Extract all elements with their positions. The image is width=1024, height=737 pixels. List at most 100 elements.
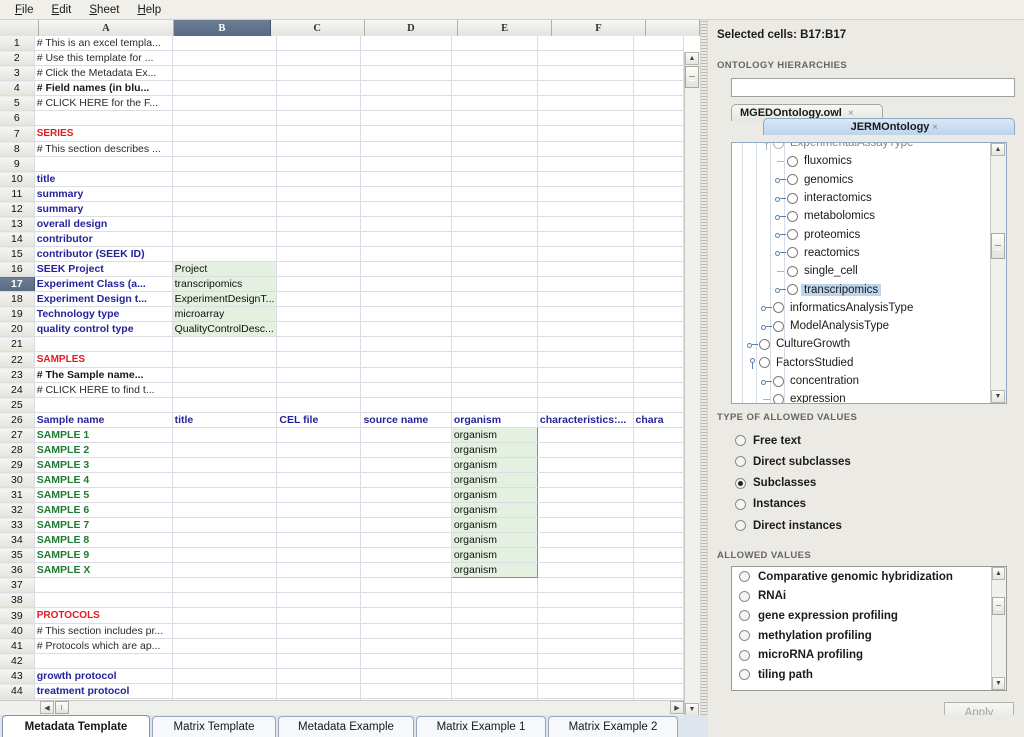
tree-vertical-scrollbar[interactable]: ▲ ▼	[990, 143, 1006, 403]
row-header-3[interactable]: 3	[0, 66, 34, 81]
column-header-b[interactable]: B	[174, 20, 271, 36]
row-header-16[interactable]: 16	[0, 262, 34, 277]
cell-C37[interactable]	[277, 578, 361, 593]
cell-G11[interactable]	[633, 187, 683, 202]
cell-F24[interactable]	[537, 383, 633, 398]
row-header-26[interactable]: 26	[0, 413, 34, 428]
cell-A41[interactable]: # Protocols which are ap...	[34, 639, 172, 654]
cell-G17[interactable]	[633, 277, 683, 292]
cell-C27[interactable]	[277, 428, 361, 443]
menu-help[interactable]: Help	[128, 2, 170, 18]
cell-G35[interactable]	[633, 548, 683, 563]
cell-F42[interactable]	[537, 654, 633, 669]
table-row[interactable]: 41# Protocols which are ap...	[0, 639, 684, 654]
cell-A10[interactable]: title	[34, 172, 172, 187]
sheet-tab-matrix-example-1[interactable]: Matrix Example 1	[416, 716, 546, 737]
cell-D19[interactable]	[361, 307, 451, 322]
cell-C12[interactable]	[277, 202, 361, 217]
cell-G44[interactable]	[633, 684, 683, 699]
cell-B26[interactable]: title	[172, 413, 277, 428]
cell-A27[interactable]: SAMPLE 1	[34, 428, 172, 443]
expand-toggle-icon[interactable]	[774, 283, 787, 296]
tree-scroll-up-arrow[interactable]: ▲	[991, 143, 1005, 156]
cell-F5[interactable]	[537, 96, 633, 111]
cell-E26[interactable]: organism	[451, 413, 537, 428]
cell-C24[interactable]	[277, 383, 361, 398]
cell-F29[interactable]	[537, 458, 633, 473]
cell-A7[interactable]: SERIES	[34, 126, 172, 142]
allowed-value-item[interactable]: RNAi	[732, 587, 991, 607]
menu-sheet[interactable]: Sheet	[80, 2, 128, 18]
cell-A11[interactable]: summary	[34, 187, 172, 202]
collapse-toggle-icon[interactable]	[760, 143, 773, 150]
sheet-tab-metadata-template[interactable]: Metadata Template	[2, 715, 150, 737]
cell-C9[interactable]	[277, 157, 361, 172]
cell-E30[interactable]: organism	[451, 473, 537, 488]
table-row[interactable]: 3# Click the Metadata Ex...	[0, 66, 684, 81]
cell-E3[interactable]	[451, 66, 537, 81]
cell-B31[interactable]	[172, 488, 277, 503]
cell-F23[interactable]	[537, 368, 633, 383]
row-header-12[interactable]: 12	[0, 202, 34, 217]
cell-A26[interactable]: Sample name	[34, 413, 172, 428]
cell-G41[interactable]	[633, 639, 683, 654]
cell-B29[interactable]	[172, 458, 277, 473]
tree-node-transcripomics[interactable]: transcripomics	[732, 280, 991, 298]
cell-F44[interactable]	[537, 684, 633, 699]
pane-splitter[interactable]	[700, 20, 708, 715]
cell-A40[interactable]: # This section includes pr...	[34, 624, 172, 639]
cell-D37[interactable]	[361, 578, 451, 593]
cell-D6[interactable]	[361, 111, 451, 126]
table-row[interactable]: 13overall design	[0, 217, 684, 232]
table-row[interactable]: 7SERIES	[0, 126, 684, 142]
cell-F34[interactable]	[537, 533, 633, 548]
cell-E16[interactable]	[451, 262, 537, 277]
cell-G38[interactable]	[633, 593, 683, 608]
cell-E5[interactable]	[451, 96, 537, 111]
table-row[interactable]: 11summary	[0, 187, 684, 202]
table-row[interactable]: 5# CLICK HERE for the F...	[0, 96, 684, 111]
cell-E20[interactable]	[451, 322, 537, 337]
row-header-5[interactable]: 5	[0, 96, 34, 111]
cell-B7[interactable]	[172, 126, 277, 142]
cell-C6[interactable]	[277, 111, 361, 126]
cell-E44[interactable]	[451, 684, 537, 699]
cell-B10[interactable]	[172, 172, 277, 187]
cell-C31[interactable]	[277, 488, 361, 503]
cell-B43[interactable]	[172, 669, 277, 684]
column-header-e[interactable]: E	[458, 20, 552, 36]
cell-B44[interactable]	[172, 684, 277, 699]
cell-E33[interactable]: organism	[451, 518, 537, 533]
cell-C38[interactable]	[277, 593, 361, 608]
cell-A5[interactable]: # CLICK HERE for the F...	[34, 96, 172, 111]
cell-D39[interactable]	[361, 608, 451, 624]
cell-G3[interactable]	[633, 66, 683, 81]
cell-B14[interactable]	[172, 232, 277, 247]
row-header-38[interactable]: 38	[0, 593, 34, 608]
cell-G9[interactable]	[633, 157, 683, 172]
cell-A39[interactable]: PROTOCOLS	[34, 608, 172, 624]
tree-node-expression[interactable]: expression	[732, 390, 991, 403]
cell-D20[interactable]	[361, 322, 451, 337]
scroll-up-arrow[interactable]: ▲	[685, 52, 699, 65]
cell-A32[interactable]: SAMPLE 6	[34, 503, 172, 518]
row-header-13[interactable]: 13	[0, 217, 34, 232]
scroll-left-arrow[interactable]: ◀	[40, 701, 54, 714]
cell-B30[interactable]	[172, 473, 277, 488]
cell-D38[interactable]	[361, 593, 451, 608]
table-row[interactable]: 29SAMPLE 3organism	[0, 458, 684, 473]
table-row[interactable]: 23# The Sample name...	[0, 368, 684, 383]
cell-D31[interactable]	[361, 488, 451, 503]
row-header-6[interactable]: 6	[0, 111, 34, 126]
cell-D2[interactable]	[361, 51, 451, 66]
allowed-scroll-thumb[interactable]	[992, 597, 1005, 615]
cell-E29[interactable]: organism	[451, 458, 537, 473]
cell-G1[interactable]	[633, 36, 683, 51]
cell-F21[interactable]	[537, 337, 633, 352]
radio-button-icon[interactable]	[739, 591, 750, 602]
row-header-27[interactable]: 27	[0, 428, 34, 443]
table-row[interactable]: 31SAMPLE 5organism	[0, 488, 684, 503]
row-header-31[interactable]: 31	[0, 488, 34, 503]
table-row[interactable]: 14contributor	[0, 232, 684, 247]
cell-E34[interactable]: organism	[451, 533, 537, 548]
